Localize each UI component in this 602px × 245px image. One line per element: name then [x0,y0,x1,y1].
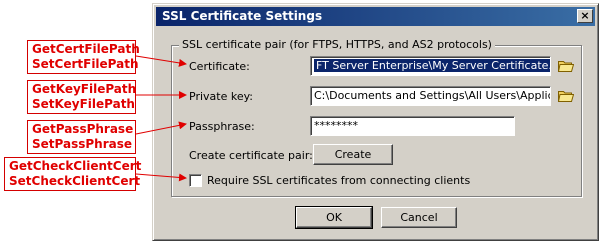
dialog-title: SSL Certificate Settings [162,9,323,23]
close-icon: × [580,9,590,22]
require-ssl-label[interactable]: Require SSL certificates from connecting… [207,174,470,187]
annotation-check-client-cert: GetCheckClientCert SetCheckClientCert [4,157,142,191]
ssl-settings-dialog: SSL Certificate Settings × SSL certifica… [152,3,599,241]
annotation-line: GetPassPhrase [32,122,134,136]
annotation-line: GetCheckClientCert [9,159,142,173]
certificate-value: FT Server Enterprise\My Server Certifica… [314,59,550,72]
cancel-button[interactable]: Cancel [381,207,457,228]
close-button[interactable]: × [577,9,593,23]
private-key-value: C:\Documents and Settings\All Users\Appl… [314,89,550,102]
annotation-line: SetCertFilePath [32,57,139,71]
create-pair-label: Create certificate pair: [189,149,313,162]
passphrase-value: ******** [314,119,358,132]
group-label: SSL certificate pair (for FTPS, HTTPS, a… [179,38,495,51]
private-key-field[interactable]: C:\Documents and Settings\All Users\Appl… [310,86,551,106]
passphrase-field[interactable]: ******** [310,116,515,136]
annotation-line: SetCheckClientCert [9,174,141,188]
folder-icon[interactable] [558,89,574,102]
folder-icon[interactable] [558,59,574,72]
annotation-line: GetKeyFilePath [32,82,137,96]
annotation-passphrase: GetPassPhrase SetPassPhrase [27,120,136,154]
annotation-cert-filepath: GetCertFilePath SetCertFilePath [27,40,140,74]
annotation-line: SetPassPhrase [32,137,133,151]
certificate-field[interactable]: FT Server Enterprise\My Server Certifica… [310,56,551,76]
create-button[interactable]: Create [313,144,393,165]
require-ssl-checkbox[interactable] [189,174,202,187]
certificate-label: Certificate: [189,60,250,73]
annotation-key-filepath: GetKeyFilePath SetKeyFilePath [27,80,136,114]
passphrase-label: Passphrase: [189,120,255,133]
ok-button[interactable]: OK [295,206,373,229]
title-bar[interactable]: SSL Certificate Settings × [156,7,595,26]
annotation-line: GetCertFilePath [32,42,140,56]
annotation-line: SetKeyFilePath [32,97,135,111]
private-key-label: Private key: [189,90,254,103]
